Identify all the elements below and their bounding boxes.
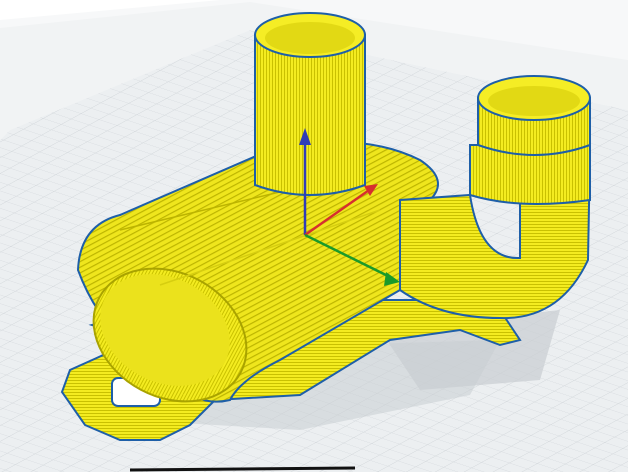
3d-viewport[interactable] — [0, 0, 628, 472]
scene-canvas[interactable] — [0, 0, 628, 472]
elbow-pipe-opening — [488, 86, 580, 116]
vertical-pipe[interactable] — [254, 12, 366, 196]
vertical-pipe-opening — [265, 22, 355, 54]
bottom-toolbar-edge — [129, 466, 356, 472]
